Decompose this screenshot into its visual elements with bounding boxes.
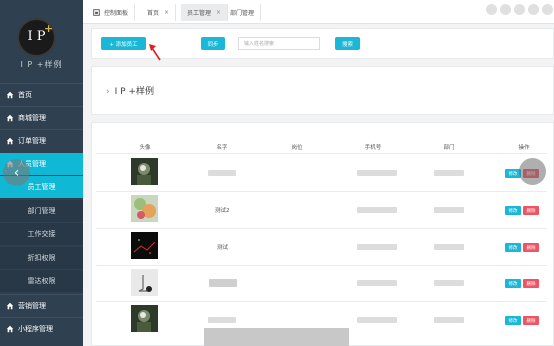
logo: I P + I P +样例 bbox=[0, 0, 83, 78]
avatar bbox=[131, 305, 158, 332]
search-button[interactable]: 搜索 bbox=[335, 37, 360, 50]
name-cell: 测试 bbox=[217, 245, 229, 251]
collapse-button[interactable]: ‹ bbox=[3, 159, 30, 186]
logo-plus: + bbox=[44, 22, 54, 35]
refresh-icon[interactable] bbox=[514, 4, 525, 15]
cursor-highlight bbox=[519, 158, 546, 185]
tab-department[interactable]: 部门管理 bbox=[224, 4, 262, 21]
sidebar-subitem-discount[interactable]: 折扣权限 bbox=[0, 247, 83, 269]
row-divider bbox=[96, 265, 547, 266]
phone-cell bbox=[357, 170, 397, 176]
sidebar-item-label: 折扣权限 bbox=[27, 254, 56, 262]
section-title-text: I P +样例 bbox=[114, 87, 154, 97]
phone-cell bbox=[357, 207, 397, 213]
annotation-arrow-icon bbox=[149, 44, 161, 61]
sidebar: I P + I P +样例 首页 商城管理 订单管理 人员管理 员工管理 部门管… bbox=[0, 0, 83, 346]
delete-button[interactable]: 删除 bbox=[523, 279, 539, 288]
avatar bbox=[131, 269, 158, 296]
edit-button[interactable]: 修改 bbox=[505, 279, 521, 288]
name-cell bbox=[208, 317, 236, 323]
sidebar-item-label: 订单管理 bbox=[18, 136, 46, 145]
column-header-department: 部门 bbox=[443, 145, 455, 151]
sidebar-item-label: 工作交接 bbox=[27, 230, 56, 238]
name-cell: 测试2 bbox=[215, 208, 230, 214]
sidebar-item-mall[interactable]: 商城管理 bbox=[0, 106, 83, 128]
row-divider bbox=[96, 153, 547, 154]
section-title: › I P +样例 bbox=[106, 84, 154, 97]
delete-button[interactable]: 删除 bbox=[523, 243, 539, 252]
tab-dashboard[interactable]: 控制面板 bbox=[87, 4, 136, 21]
logo-subtitle: I P +样例 bbox=[20, 60, 63, 69]
department-cell bbox=[434, 170, 464, 176]
home-icon bbox=[6, 114, 14, 121]
sidebar-item-label: 首页 bbox=[18, 90, 32, 99]
department-cell bbox=[434, 207, 464, 213]
search-input[interactable]: 输入姓名搜索 bbox=[238, 37, 320, 50]
department-cell bbox=[434, 317, 464, 323]
phone-cell bbox=[357, 317, 397, 323]
edit-button[interactable]: 修改 bbox=[505, 243, 521, 252]
row-divider bbox=[96, 301, 547, 302]
sync-button[interactable]: 同步 bbox=[201, 37, 225, 50]
department-cell bbox=[434, 280, 464, 286]
sidebar-item-label: 营销管理 bbox=[18, 301, 46, 310]
sidebar-subitem-radar[interactable]: 雷达权限 bbox=[0, 270, 83, 292]
close-all-icon[interactable] bbox=[542, 4, 553, 15]
logo-circle: I P + bbox=[17, 18, 56, 57]
dashboard-icon bbox=[93, 9, 100, 16]
row-divider bbox=[96, 191, 547, 192]
nav-back-icon[interactable] bbox=[486, 4, 497, 15]
sidebar-subitem-handover[interactable]: 工作交接 bbox=[0, 223, 83, 245]
sidebar-item-label: 小程序管理 bbox=[18, 324, 53, 333]
edit-button[interactable]: 修改 bbox=[505, 316, 521, 325]
sidebar-subitem-department[interactable]: 部门管理 bbox=[0, 200, 83, 222]
column-header-position: 岗位 bbox=[291, 145, 303, 151]
add-employee-button[interactable]: + 添加员工 bbox=[101, 37, 146, 50]
delete-button[interactable]: 删除 bbox=[523, 206, 539, 215]
tab-employee[interactable]: 员工管理 × bbox=[181, 4, 229, 21]
sidebar-item-label: 雷达权限 bbox=[27, 277, 56, 285]
tab-label: 部门管理 bbox=[230, 10, 255, 17]
tab-label: 首页 bbox=[147, 10, 160, 17]
department-cell bbox=[434, 244, 464, 250]
name-cell bbox=[208, 170, 236, 176]
home-icon bbox=[6, 325, 14, 332]
chevron-right-icon: › bbox=[106, 87, 110, 97]
close-icon[interactable]: × bbox=[164, 9, 169, 16]
column-header-actions: 操作 bbox=[518, 145, 530, 151]
tab-home[interactable]: 首页 × bbox=[141, 4, 177, 21]
column-header-phone: 手机号 bbox=[364, 145, 382, 151]
tab-label: 控制面板 bbox=[104, 10, 129, 17]
tab-bar: 控制面板 首页 × 员工管理 × 部门管理 bbox=[83, 0, 554, 24]
sidebar-item-label: 部门管理 bbox=[27, 207, 56, 215]
home-icon bbox=[6, 302, 14, 309]
avatar bbox=[131, 158, 158, 185]
title-panel bbox=[91, 66, 554, 115]
menu-icon[interactable] bbox=[528, 4, 539, 15]
sidebar-item-label: 员工管理 bbox=[27, 183, 56, 191]
sidebar-item-home[interactable]: 首页 bbox=[0, 83, 83, 105]
avatar bbox=[131, 195, 158, 222]
sidebar-item-marketing[interactable]: 营销管理 bbox=[0, 294, 83, 316]
phone-cell bbox=[357, 280, 397, 286]
tab-label: 员工管理 bbox=[187, 10, 212, 17]
row-divider bbox=[96, 228, 547, 229]
sidebar-item-miniprogram[interactable]: 小程序管理 bbox=[0, 317, 83, 339]
sidebar-item-orders[interactable]: 订单管理 bbox=[0, 129, 83, 151]
name-cell bbox=[209, 279, 237, 287]
column-header-name: 名字 bbox=[216, 145, 228, 151]
delete-button[interactable]: 删除 bbox=[523, 316, 539, 325]
sidebar-item-label: 商城管理 bbox=[18, 113, 46, 122]
close-icon[interactable]: × bbox=[216, 9, 221, 16]
avatar bbox=[131, 232, 158, 259]
scroll-overlay bbox=[204, 328, 349, 346]
column-header-avatar: 头像 bbox=[139, 145, 151, 151]
home-icon bbox=[6, 91, 14, 98]
table-panel bbox=[91, 122, 554, 346]
home-icon bbox=[6, 137, 14, 144]
nav-forward-icon[interactable] bbox=[500, 4, 511, 15]
phone-cell bbox=[357, 244, 397, 250]
edit-button[interactable]: 修改 bbox=[505, 206, 521, 215]
